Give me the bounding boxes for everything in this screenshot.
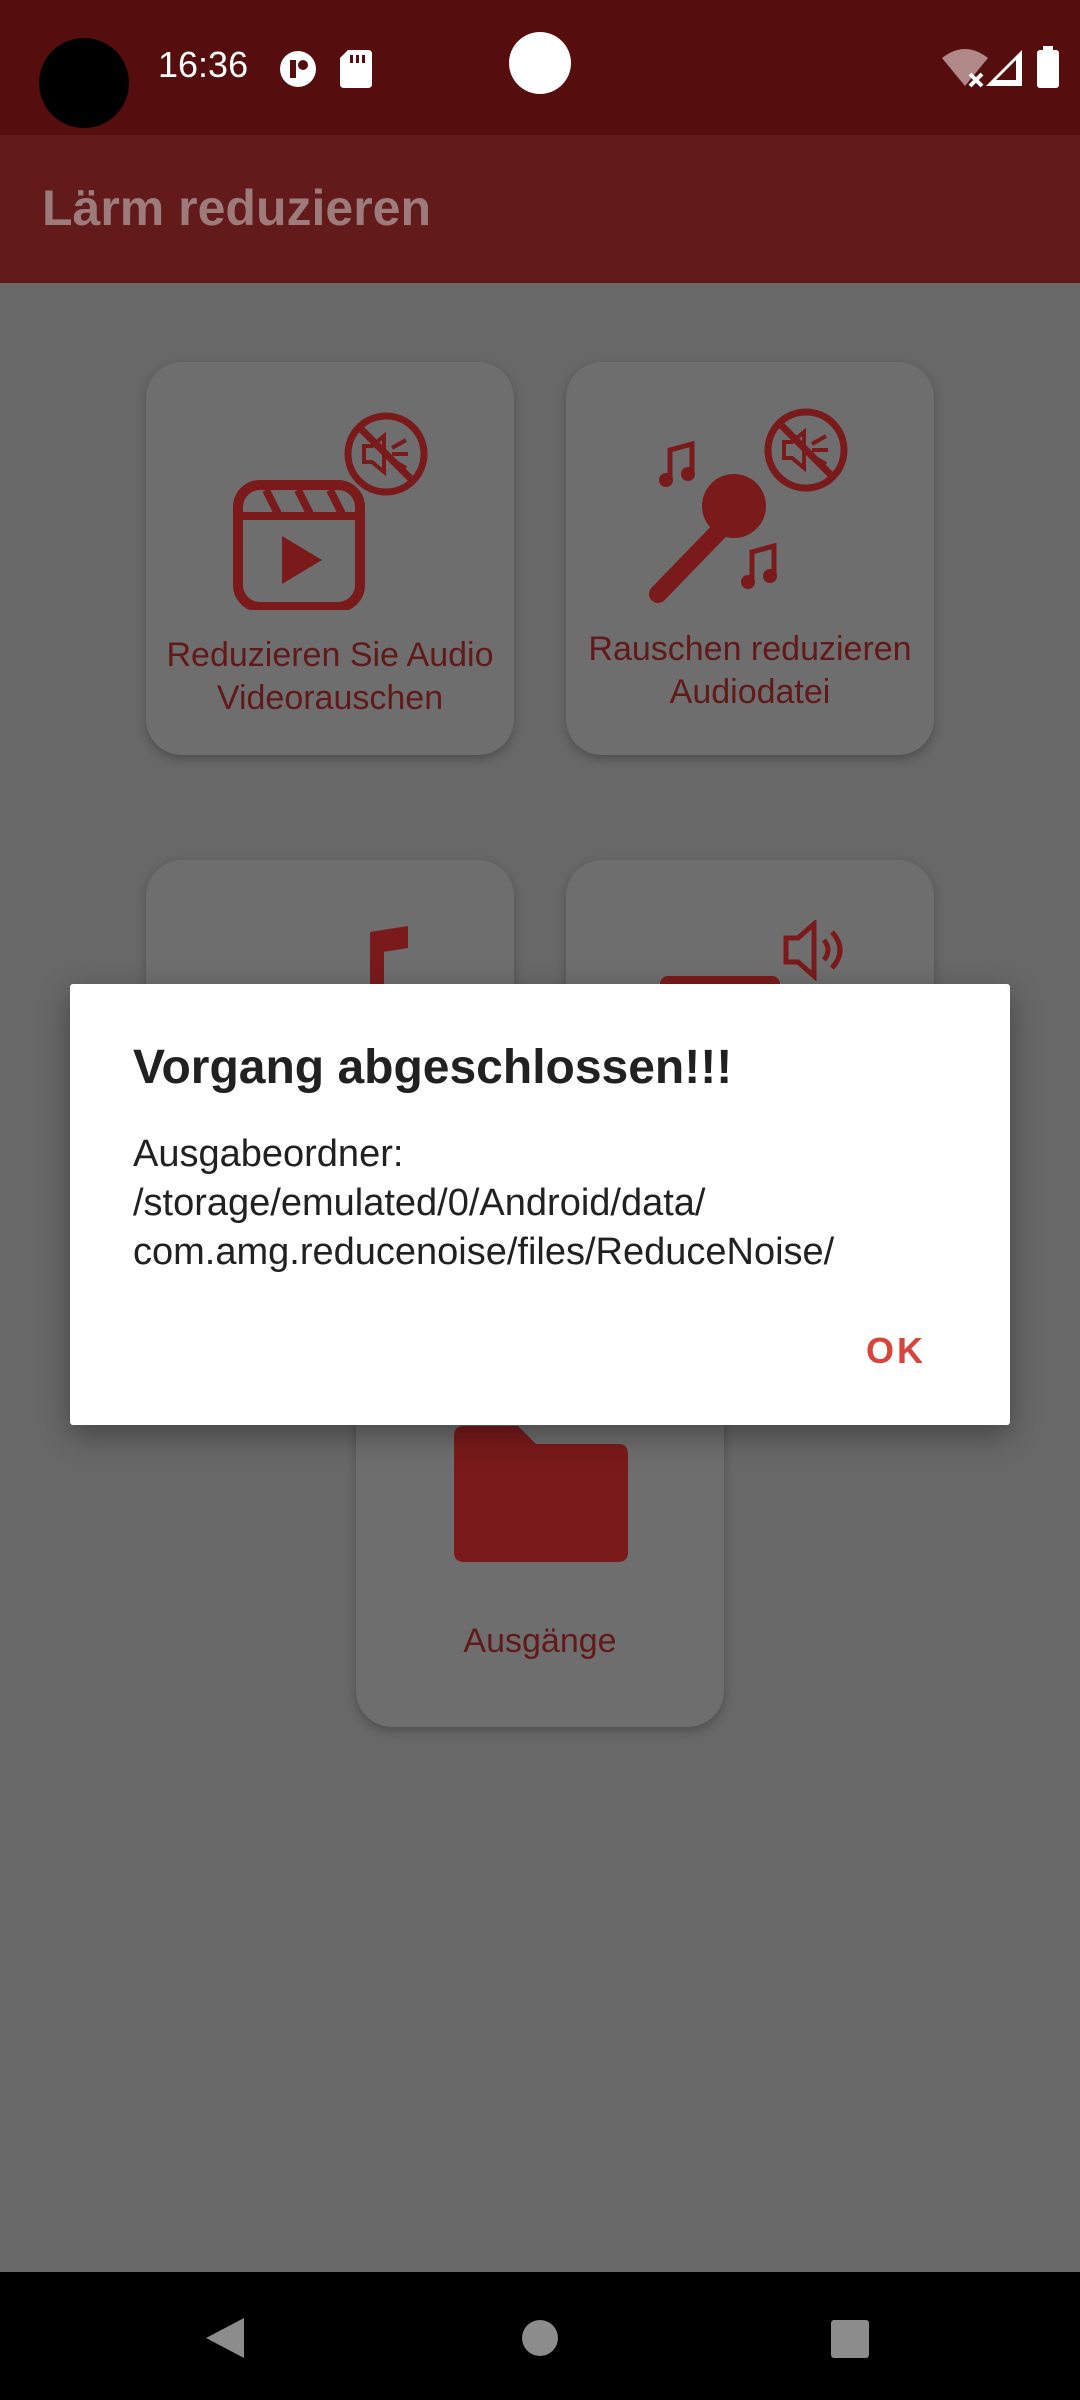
sd-card-icon <box>340 50 372 88</box>
recents-icon[interactable] <box>831 2320 869 2358</box>
signal-icon <box>986 50 1022 86</box>
video-mute-icon <box>233 412 428 610</box>
dialog-message-line: com.amg.reducenoise/files/ReduceNoise/ <box>133 1231 835 1273</box>
status-bar: 16:36 <box>0 0 1080 135</box>
battery-icon <box>1037 46 1059 88</box>
card-label-line: Reduzieren Sie Audio <box>166 636 494 674</box>
folder-icon <box>454 1426 628 1562</box>
dialog-message-line: /storage/emulated/0/Android/data/ <box>133 1182 706 1224</box>
status-indicator-dot <box>509 32 571 94</box>
reduce-video-noise-card[interactable]: Reduzieren Sie Audio Videorauschen <box>146 362 514 755</box>
camera-cutout <box>39 38 129 128</box>
navigation-bar <box>0 2272 1080 2400</box>
reduce-audio-noise-label: Rauschen reduzieren Audiodatei <box>566 628 934 714</box>
card-label-line: Rauschen reduzieren <box>588 630 912 668</box>
notification-icon <box>280 51 316 87</box>
ok-button[interactable]: OK <box>866 1330 926 1372</box>
dialog-message: Ausgabeordner: /storage/emulated/0/Andro… <box>133 1130 993 1277</box>
speaker-icon <box>660 920 843 990</box>
app-title: Lärm reduzieren <box>42 180 432 236</box>
home-icon[interactable] <box>520 2318 560 2358</box>
outputs-label: Ausgänge <box>463 1622 617 1660</box>
app-bar: Lärm reduzieren <box>0 135 1080 283</box>
status-time: 16:36 <box>158 44 249 85</box>
reduce-video-noise-label: Reduzieren Sie Audio Videorauschen <box>146 634 514 720</box>
back-icon[interactable] <box>202 2316 248 2360</box>
card-label-line: Audiodatei <box>669 673 831 711</box>
card-label-line: Videorauschen <box>216 679 444 717</box>
reduce-audio-noise-card[interactable]: Rauschen reduzieren Audiodatei <box>566 362 934 755</box>
microphone-mute-icon <box>649 408 848 603</box>
dialog-title: Vorgang abgeschlossen!!! <box>133 1041 733 1094</box>
dialog-message-line: Ausgabeordner: <box>133 1133 404 1175</box>
completion-dialog: Vorgang abgeschlossen!!! Ausgabeordner: … <box>70 984 1010 1425</box>
wifi-off-icon <box>942 49 988 88</box>
